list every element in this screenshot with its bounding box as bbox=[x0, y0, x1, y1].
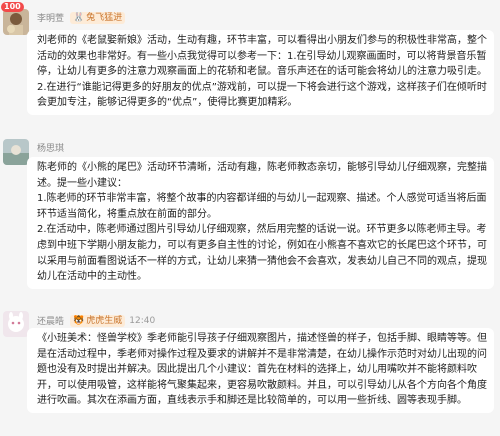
message-bubble[interactable]: 陈老师的《小熊的尾巴》活动环节清晰，活动有趣，陈老师教态亲切，能够引导幼儿仔细观… bbox=[27, 157, 494, 289]
message-meta: 杨思琪 bbox=[37, 141, 64, 154]
avatar[interactable] bbox=[3, 139, 29, 165]
avatar[interactable] bbox=[3, 9, 29, 35]
tiger-icon: 🐯 bbox=[73, 315, 85, 326]
message-text: 刘老师的《老鼠娶新娘》活动，生动有趣，环节丰富，可以看得出小朋友们参与的积极性非… bbox=[37, 35, 487, 109]
message-time: 12:40 bbox=[129, 315, 156, 326]
avatar[interactable] bbox=[3, 311, 29, 337]
avatar-image bbox=[3, 139, 29, 165]
message-bubble[interactable]: 刘老师的《老鼠娶新娘》活动，生动有趣，环节丰富，可以看得出小朋友们参与的积极性非… bbox=[27, 30, 494, 115]
message-text: 2.在活动中，陈老师通过图片引导幼儿仔细观察，然后用完整的话说一说。环节更多以陈… bbox=[37, 224, 487, 283]
user-title-badge: 🐰 兔飞猛进 bbox=[70, 11, 126, 24]
user-title-badge: 🐯 虎虎生威 bbox=[70, 314, 126, 327]
message-bubble[interactable]: 《小班美术：怪兽学校》季老师能引导孩子仔细观察图片，描述怪兽的样子，包括手脚、眼… bbox=[27, 328, 494, 413]
message-text: 《小班美术：怪兽学校》季老师能引导孩子仔细观察图片，描述怪兽的样子，包括手脚、眼… bbox=[37, 333, 487, 407]
message-text: 1.陈老师的环节非常丰富，将整个故事的内容都详细的与幼儿一起观察、描述。个人感觉… bbox=[37, 193, 487, 220]
sender-name[interactable]: 杨思琪 bbox=[37, 141, 64, 154]
message-text: 陈老师的《小熊的尾巴》活动环节清晰，活动有趣，陈老师教态亲切，能够引导幼儿仔细观… bbox=[37, 162, 487, 189]
rabbit-icon: 🐰 bbox=[73, 12, 85, 23]
unread-count-badge: 100 bbox=[1, 2, 24, 12]
message-meta: 李明萱 🐰 兔飞猛进 bbox=[37, 11, 126, 24]
sender-name[interactable]: 还晨皓 bbox=[37, 314, 64, 327]
avatar-image bbox=[3, 9, 29, 35]
avatar-image bbox=[3, 311, 29, 337]
sender-name[interactable]: 李明萱 bbox=[37, 11, 64, 24]
message-meta: 还晨皓 🐯 虎虎生威 12:40 bbox=[37, 314, 155, 327]
